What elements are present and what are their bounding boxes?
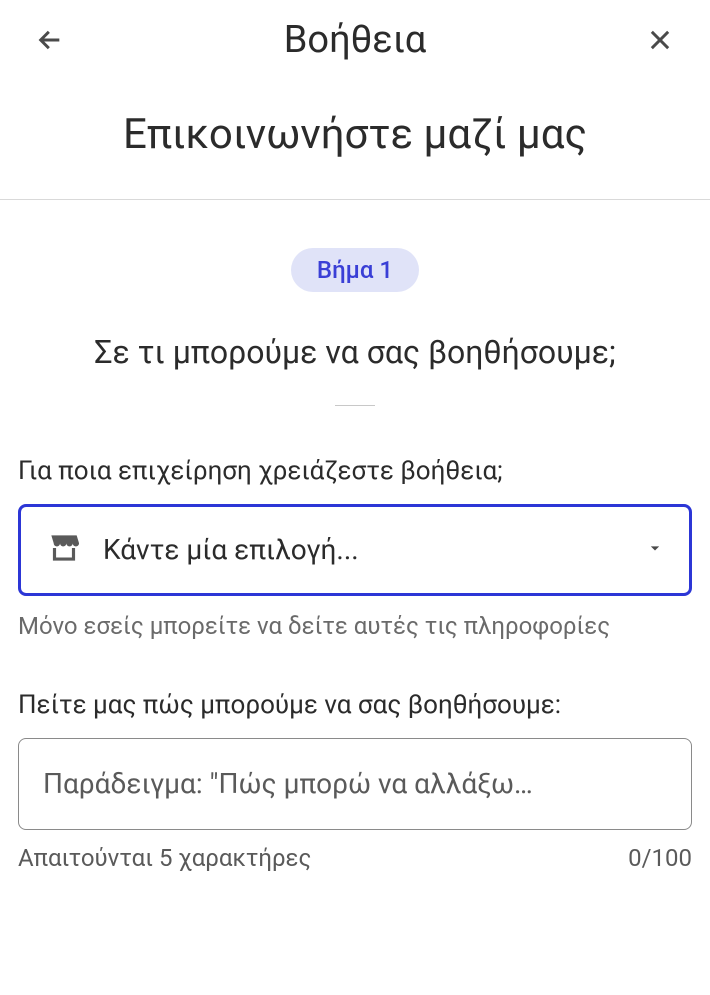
message-counter: 0/100 xyxy=(628,844,692,872)
business-field-block: Για ποια επιχείρηση χρειάζεστε βοήθεια; … xyxy=(18,456,692,640)
chevron-down-icon xyxy=(645,538,665,562)
page-title: Βοήθεια xyxy=(70,18,640,62)
message-placeholder: Παράδειγμα: "Πώς μπορώ να αλλάξω… xyxy=(43,767,667,800)
scroll-area[interactable]: Επικοινωνήστε μαζί μας Βήμα 1 Σε τι μπορ… xyxy=(0,80,710,995)
step-heading: Σε τι μπορούμε να σας βοηθήσουμε; xyxy=(18,330,692,375)
content: Βήμα 1 Σε τι μπορούμε να σας βοηθήσουμε;… xyxy=(0,200,710,872)
page-heading: Επικοινωνήστε μαζί μας xyxy=(0,80,710,199)
arrow-left-icon xyxy=(36,26,64,54)
message-requirement: Απαιτούνται 5 χαρακτήρες xyxy=(18,844,311,872)
message-counter-row: Απαιτούνται 5 χαρακτήρες 0/100 xyxy=(18,844,692,872)
mini-divider xyxy=(335,405,375,406)
topbar: Βοήθεια xyxy=(0,0,710,80)
business-select-placeholder: Κάντε μία επιλογή... xyxy=(103,533,625,566)
close-icon xyxy=(646,26,674,54)
business-field-label: Για ποια επιχείρηση χρειάζεστε βοήθεια; xyxy=(18,456,692,486)
step-badge-wrap: Βήμα 1 xyxy=(18,200,692,292)
back-button[interactable] xyxy=(30,20,70,60)
message-field-label: Πείτε μας πώς μπορούμε να σας βοηθήσουμε… xyxy=(18,690,692,720)
business-field-helper: Μόνο εσείς μπορείτε να δείτε αυτές τις π… xyxy=(18,612,692,640)
storefront-icon xyxy=(45,529,83,571)
message-field-block: Πείτε μας πώς μπορούμε να σας βοηθήσουμε… xyxy=(18,690,692,872)
step-badge: Βήμα 1 xyxy=(291,248,419,292)
message-input[interactable]: Παράδειγμα: "Πώς μπορώ να αλλάξω… xyxy=(18,738,692,830)
business-select[interactable]: Κάντε μία επιλογή... xyxy=(18,504,692,596)
close-button[interactable] xyxy=(640,20,680,60)
